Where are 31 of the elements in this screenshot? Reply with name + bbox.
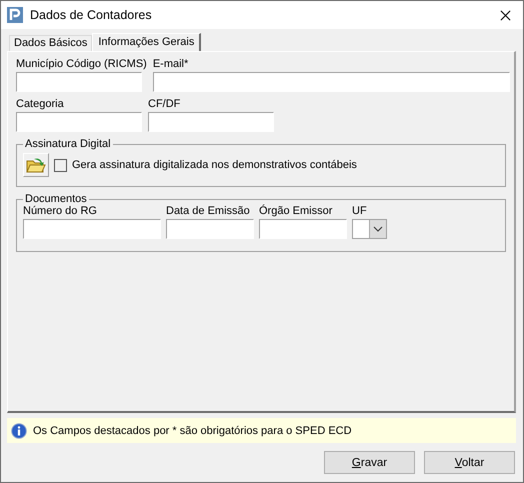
- close-icon[interactable]: [500, 10, 511, 20]
- field-label: Número do RG: [23, 205, 98, 217]
- input-field[interactable]: [148, 112, 274, 132]
- group-title: Documentos: [24, 193, 88, 205]
- checkbox-label: Gera assinatura digitalizada nos demonstrativos contábeis: [72, 159, 357, 171]
- input-field[interactable]: [23, 219, 161, 239]
- field-label: UF: [352, 205, 368, 217]
- dropdown[interactable]: [352, 219, 387, 239]
- group-title: Assinatura Digital: [24, 138, 112, 150]
- window-title: Dados de Contadores: [30, 8, 153, 22]
- chevron-down-icon: [373, 226, 383, 232]
- dialog-button[interactable]: Voltar: [424, 451, 515, 474]
- tab[interactable]: Dados Básicos: [9, 35, 92, 51]
- info-text: Os Campos destacados por * são obrigatórios para o SPED ECD: [33, 424, 352, 436]
- input-field[interactable]: [166, 219, 254, 239]
- dialog-button[interactable]: Gravar: [324, 451, 415, 474]
- app-logo-icon: [7, 7, 23, 23]
- checkbox[interactable]: [54, 158, 67, 172]
- field-label: Data de Emissão: [166, 205, 251, 217]
- input-field[interactable]: [16, 112, 142, 132]
- info-icon: [11, 422, 27, 438]
- field-label: CF/DF: [148, 98, 182, 110]
- field-label: Órgão Emissor: [259, 205, 334, 217]
- field-label: E-mail*: [152, 58, 190, 70]
- input-field[interactable]: [152, 72, 510, 92]
- field-label: Município Código (RICMS): [16, 58, 147, 70]
- input-field[interactable]: [16, 72, 142, 92]
- field-label: Categoria: [16, 98, 65, 110]
- tab[interactable]: Informações Gerais: [92, 33, 202, 51]
- input-field[interactable]: [259, 219, 347, 239]
- open-folder-button[interactable]: [23, 153, 49, 177]
